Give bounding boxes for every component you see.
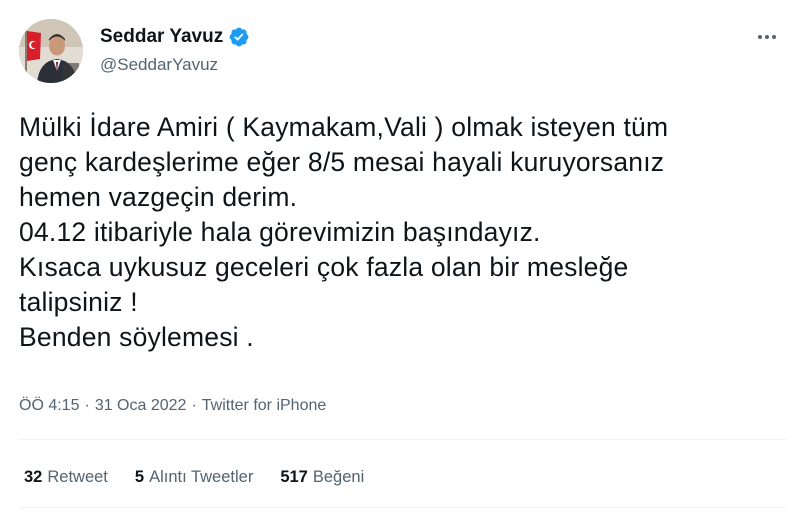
tweet-text-line: talipsiniz ! (19, 287, 138, 317)
author-block: Seddar Yavuz @SeddarYavuz (100, 24, 250, 75)
tweet-stats: 32 Retweet 5 Alıntı Tweetler 517 Beğeni (24, 468, 391, 487)
verified-badge-icon (228, 26, 250, 48)
meta-separator: · (191, 397, 197, 414)
tweet-text-line: Benden söylemesi . (19, 322, 254, 352)
tweet-text-line: genç kardeşlerime eğer 8/5 mesai hayali … (19, 147, 665, 177)
meta-separator: · (84, 397, 90, 414)
quote-tweets-stat[interactable]: 5 Alıntı Tweetler (135, 468, 253, 487)
divider (19, 439, 786, 440)
avatar-image (19, 19, 83, 83)
tweet-text-line: 04.12 itibariyle hala görevimizin başınd… (19, 217, 541, 247)
tweet-source[interactable]: Twitter for iPhone (202, 397, 327, 415)
tweet-text-line: hemen vazgeçin derim. (19, 182, 298, 212)
tweet-time[interactable]: ÖÖ 4:15 (19, 397, 79, 415)
likes-label: Beğeni (312, 468, 365, 486)
display-name-row: Seddar Yavuz (100, 24, 250, 50)
retweets-stat[interactable]: 32 Retweet (24, 468, 108, 487)
retweets-count: 32 (24, 468, 43, 486)
likes-stat[interactable]: 517 Beğeni (280, 468, 364, 487)
avatar[interactable] (19, 19, 83, 83)
likes-count: 517 (280, 468, 308, 486)
tweet-meta: ÖÖ 4:15 · 31 Oca 2022 · Twitter for iPho… (19, 397, 326, 415)
tweet-card: Seddar Yavuz @SeddarYavuz Mülki İdare Am… (0, 0, 800, 513)
tweet-date[interactable]: 31 Oca 2022 (95, 397, 187, 415)
quotes-label: Alıntı Tweetler (149, 468, 254, 486)
retweets-label: Retweet (47, 468, 108, 486)
tweet-text: Mülki İdare Amiri ( Kaymakam,Vali ) olma… (19, 110, 789, 355)
divider (19, 507, 786, 508)
quotes-count: 5 (134, 468, 145, 486)
handle[interactable]: @SeddarYavuz (100, 55, 250, 75)
display-name[interactable]: Seddar Yavuz (100, 26, 223, 48)
tweet-text-line: Mülki İdare Amiri ( Kaymakam,Vali ) olma… (19, 112, 669, 142)
tweet-text-line: Kısaca uykusuz geceleri çok fazla olan b… (19, 252, 629, 282)
more-horizontal-icon[interactable] (752, 26, 782, 48)
